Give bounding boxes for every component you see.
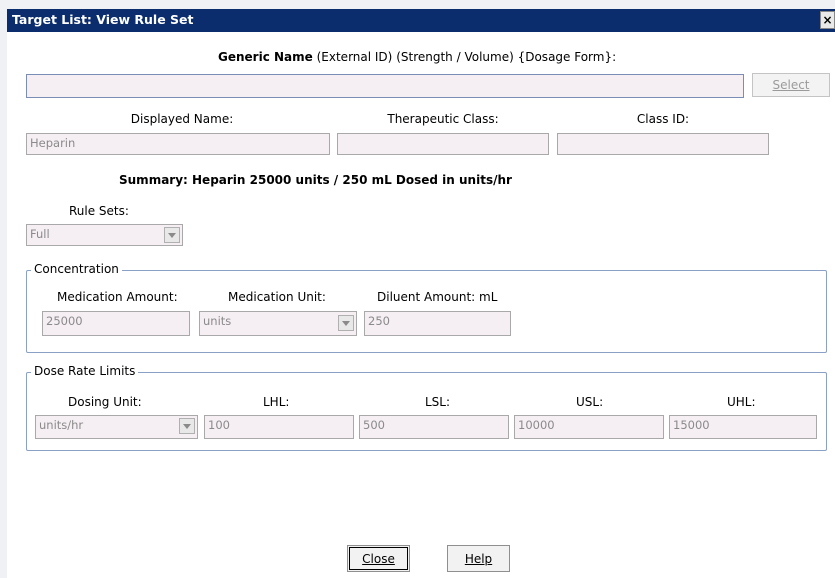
lhl-field: 100: [204, 415, 354, 439]
medication-unit-label: Medication Unit:: [228, 290, 326, 304]
therapeutic-class-field: [337, 133, 549, 155]
help-button-label: Help: [464, 551, 493, 566]
uhl-field: 15000: [669, 415, 817, 439]
dosing-unit-value: units/hr: [39, 418, 84, 432]
displayed-name-field: Heparin: [26, 133, 330, 155]
class-id-field: [557, 133, 769, 155]
window-title: Target List: View Rule Set: [12, 12, 194, 27]
close-button[interactable]: Close: [347, 545, 410, 572]
generic-name-heading: Generic Name (External ID) (Strength / V…: [218, 50, 616, 64]
dialog-body: Generic Name (External ID) (Strength / V…: [7, 32, 835, 578]
close-window-icon[interactable]: ×: [820, 11, 835, 29]
generic-name-label: Generic Name: [218, 50, 313, 64]
medication-amount-field: 25000: [42, 311, 190, 336]
displayed-name-label: Displayed Name:: [130, 112, 234, 126]
lsl-label: LSL:: [425, 395, 451, 409]
rule-sets-combo: Full: [26, 224, 183, 246]
select-button: Select: [752, 73, 830, 97]
rule-sets-value: Full: [30, 227, 50, 241]
uhl-label: UHL:: [727, 395, 756, 409]
title-bar[interactable]: Target List: View Rule Set ×: [7, 9, 835, 32]
dosage-form-label: {Dosage Form}:: [517, 50, 617, 64]
therapeutic-class-label: Therapeutic Class:: [387, 112, 499, 126]
select-button-label: Select: [772, 78, 810, 92]
help-button[interactable]: Help: [447, 545, 510, 572]
dose-rate-limits-group: Dose Rate Limits: [26, 364, 827, 451]
external-id-label: (External ID): [316, 50, 393, 64]
dialog-window: Target List: View Rule Set × Generic Nam…: [0, 0, 835, 578]
chevron-down-icon: [338, 315, 354, 331]
medication-amount-label: Medication Amount:: [57, 290, 178, 304]
strength-volume-label: (Strength / Volume): [396, 50, 514, 64]
summary-text: Summary: Heparin 25000 units / 250 mL Do…: [119, 173, 512, 187]
chevron-down-icon: [164, 227, 180, 243]
chevron-down-icon: [179, 418, 195, 434]
generic-name-field[interactable]: [26, 74, 744, 98]
usl-field: 10000: [514, 415, 664, 439]
diluent-amount-label: Diluent Amount: mL: [377, 290, 498, 304]
usl-label: USL:: [576, 395, 604, 409]
close-button-label: Close: [362, 551, 395, 566]
diluent-amount-field: 250: [364, 311, 511, 336]
dose-rate-limits-legend: Dose Rate Limits: [31, 364, 139, 378]
rule-sets-label: Rule Sets:: [69, 204, 129, 218]
medication-unit-value: units: [203, 314, 232, 328]
concentration-legend: Concentration: [31, 262, 122, 276]
class-id-label: Class ID:: [636, 112, 690, 126]
dosing-unit-combo: units/hr: [35, 415, 198, 439]
medication-unit-combo: units: [199, 311, 357, 336]
lhl-label: LHL:: [263, 395, 290, 409]
dosing-unit-label: Dosing Unit:: [68, 395, 142, 409]
lsl-field: 500: [359, 415, 509, 439]
